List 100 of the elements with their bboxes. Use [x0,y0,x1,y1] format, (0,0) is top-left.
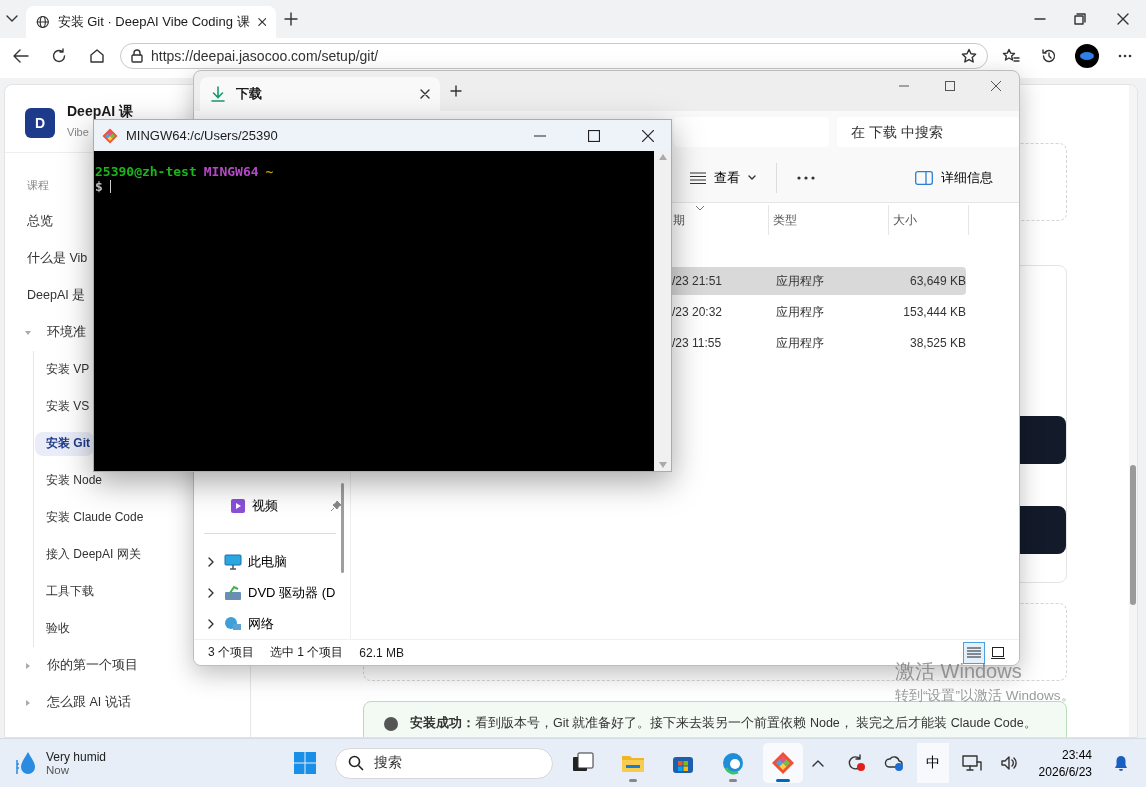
favorites-icon [1002,48,1020,64]
sidebar-link[interactable]: 什么是 Vib [23,246,92,271]
search-icon [347,755,364,771]
search-field[interactable]: 在 下载 中搜索 [837,117,1019,147]
site-name: DeepAI 课 [67,105,134,118]
bullet-icon [384,716,398,731]
maximize-icon [588,129,600,142]
type-cell: 应用程序 [776,334,824,352]
sidebar-link[interactable]: DeepAI 是 [23,283,90,308]
column-header[interactable]: 期 [669,208,689,232]
sidebar-link[interactable]: 工具下载 [35,579,98,604]
history-icon [1041,48,1057,64]
sort-chevron-icon [695,205,705,211]
sidebar-link[interactable]: 安装 Claude Code [35,505,148,530]
more-icon [1118,54,1132,58]
date-cell: /23 11:55 [672,336,722,350]
clock-time: 23:44 [1061,747,1092,762]
type-cell: 应用程序 [776,272,824,290]
cloud-icon [883,754,904,772]
weather-time: Now [46,764,70,776]
tab-list-icon[interactable] [6,15,18,23]
back-arrow-icon [13,49,29,63]
star-icon[interactable] [961,48,977,64]
new-tab-icon[interactable] [284,12,298,26]
close-icon[interactable] [420,89,430,99]
humidity-icon [16,750,36,776]
note-text: 安装成功：看到版本号，Git 就准备好了。接下来去装另一个前置依赖 Node， 装完之后才能装 Claude Code。 [410,715,1037,732]
date-cell: /23 21:51 [672,274,723,288]
profile-button[interactable] [1072,43,1102,69]
terminal-text: MINGW64 [203,164,259,179]
nav-pane-item[interactable]: DVD 驱动器 (D [204,577,342,608]
site-subtitle: Vibe [67,126,89,138]
size-cell: 63,649 KB [909,274,966,288]
column-header[interactable]: 类型 [769,208,801,232]
git-icon [770,751,795,775]
tab-title: 安装 Git · DeepAI Vibe Coding 课 [57,13,250,31]
maximize-icon [945,81,955,91]
chevron-right-icon [208,618,214,629]
status-text: 3 个项目 [208,644,254,661]
windows-icon [292,751,317,775]
sidebar-link[interactable]: 接入 DeepAI 网关 [35,542,145,567]
activation-notice: 激活 Windows [895,659,1023,684]
sidebar-link[interactable]: 安装 VS [35,394,94,419]
new-tab-icon[interactable] [450,85,462,97]
nav-pane-item[interactable]: 视频 [204,490,342,521]
nav-pane-item[interactable]: 网络 [204,608,342,639]
file-row[interactable]: /23 20:32 应用程序 153,444 KB [672,298,966,326]
tab-title: 下载 [236,85,263,103]
globe-icon [36,14,50,30]
drive-icon [224,584,242,601]
status-text: 选中 1 个项目 [270,644,344,661]
sidebar-group[interactable]: 环境准 [41,320,90,345]
activation-notice: 转到“设置”以激活 Windows。 [895,687,1075,705]
sidebar-group[interactable]: 你的第一个项目 [41,653,142,678]
network-icon [224,615,242,632]
sidebar-link[interactable]: 安装 VP [35,357,94,382]
sidebar-link[interactable]: 安装 Node [35,468,107,493]
address-field[interactable] [674,117,829,147]
clock-button[interactable]: 23:44 2026/6/23 [1032,747,1098,779]
avatar-icon [1075,44,1099,68]
view-toggle[interactable] [963,641,985,664]
chevron-right-icon [208,587,214,598]
file-row[interactable]: /23 11:55 应用程序 38,525 KB [672,329,966,357]
taskbar-search[interactable]: 搜索 [334,747,553,779]
sidebar-link[interactable]: 验收 [35,616,74,641]
git-icon [102,127,118,144]
column-header[interactable]: 大小 [889,208,921,232]
more-icon [797,175,815,180]
video-folder-icon [230,497,246,514]
size-cell: 38,525 KB [909,336,966,350]
sidebar-link[interactable]: 安装 Git [35,431,94,456]
chevron-right-icon [208,556,214,567]
nav-pane-item[interactable]: 此电脑 [204,546,342,577]
input-method-button[interactable]: 中 [916,743,949,783]
view-button[interactable]: 查看 [684,164,762,191]
terminal-text: 25390@zh-test [95,164,197,179]
sidebar-group[interactable]: 怎么跟 AI 说话 [41,690,135,715]
close-icon [642,129,654,142]
weather-text: Very humid [46,750,107,764]
close-icon[interactable] [257,17,266,27]
file-row[interactable]: /23 21:51 应用程序 63,649 KB [672,267,966,295]
date-cell: /23 20:32 [672,305,723,319]
close-icon [991,81,1001,91]
type-cell: 应用程序 [776,303,824,321]
clock-date: 2026/6/23 [1038,764,1092,779]
site-logo: D [25,108,55,138]
lock-icon [131,49,143,63]
size-cell: 153,444 KB [903,305,966,319]
edge-icon [720,751,745,775]
scrollbar-thumb[interactable] [1130,465,1136,605]
status-text: 62.1 MB [359,645,405,660]
monitor-icon [224,553,242,570]
sidebar-link[interactable]: 总览 [23,209,57,234]
terminal-text: ~ [265,164,274,179]
network-monitor-icon [961,754,982,772]
details-button[interactable]: 详细信息 [909,164,999,191]
explorer-tab[interactable]: 下载 [200,77,440,111]
scrollbar-thumb[interactable] [341,483,344,573]
browser-tab[interactable]: 安装 Git · DeepAI Vibe Coding 课 [26,6,276,38]
tiles-view-icon [991,646,1005,659]
